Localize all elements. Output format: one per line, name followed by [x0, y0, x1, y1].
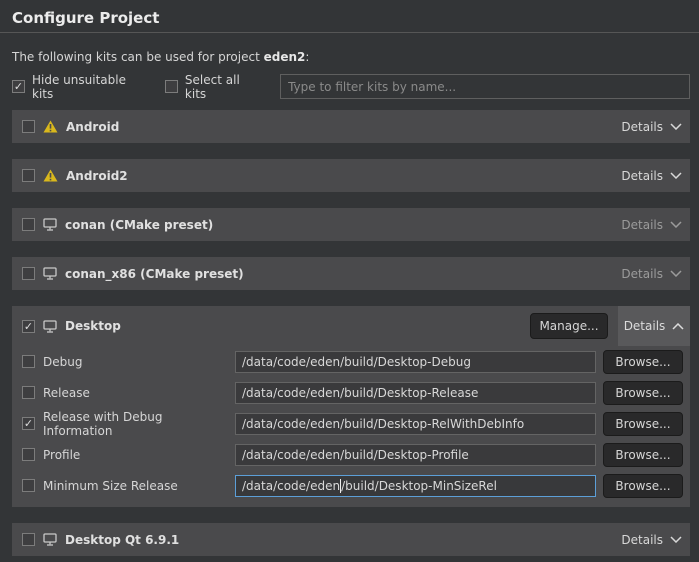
config-label: Profile [43, 448, 235, 462]
chevron-down-icon [670, 270, 682, 277]
config-label: Release [43, 386, 235, 400]
build-dir-input[interactable]: /data/code/eden/build/Desktop-MinSizeRel [235, 475, 596, 497]
kit-block-desktop: Desktop Manage... Details Debug Browse..… [12, 306, 690, 507]
desktop-icon [43, 320, 57, 333]
desktop-icon [43, 267, 57, 280]
config-checkbox[interactable] [22, 355, 35, 368]
details-button[interactable]: Details [618, 306, 690, 346]
desktop-icon [43, 218, 57, 231]
build-dir-input[interactable] [235, 413, 596, 435]
browse-button[interactable]: Browse... [603, 381, 683, 405]
chevron-down-icon [670, 536, 682, 543]
details-label: Details [621, 533, 663, 547]
manage-button[interactable]: Manage... [530, 313, 608, 339]
build-config-row-relwithdebinfo: Release with Debug Information Browse... [12, 408, 690, 439]
build-config-row-debug: Debug Browse... [12, 346, 690, 377]
warning-icon [43, 120, 58, 133]
kit-checkbox[interactable] [22, 267, 35, 280]
details-button[interactable]: Details [621, 218, 682, 232]
config-label: Debug [43, 355, 235, 369]
input-text-after-cursor: /build/Desktop-MinSizeRel [341, 479, 497, 493]
chevron-up-icon [672, 323, 684, 330]
kit-checkbox[interactable] [22, 533, 35, 546]
kit-checkbox[interactable] [22, 320, 35, 333]
browse-button[interactable]: Browse... [603, 474, 683, 498]
details-button[interactable]: Details [621, 169, 682, 183]
details-button[interactable]: Details [621, 267, 682, 281]
chevron-down-icon [670, 172, 682, 179]
browse-button[interactable]: Browse... [603, 350, 683, 374]
input-text-before-cursor: /data/code/eden [242, 479, 340, 493]
intro-text-before: The following kits can be used for proje… [12, 50, 264, 64]
chevron-down-icon [670, 123, 682, 130]
kit-row-desktop-qt-691[interactable]: Desktop Qt 6.9.1 Details [12, 523, 690, 556]
kit-name: Android2 [66, 169, 128, 183]
hide-unsuitable-checkbox[interactable] [12, 80, 25, 93]
kit-name: conan_x86 (CMake preset) [65, 267, 244, 281]
build-config-row-profile: Profile Browse... [12, 439, 690, 470]
title-bar: Configure Project [0, 0, 699, 33]
config-checkbox[interactable] [22, 417, 35, 430]
kit-row-conan[interactable]: conan (CMake preset) Details [12, 208, 690, 241]
warning-icon [43, 169, 58, 182]
kit-row-android2[interactable]: Android2 Details [12, 159, 690, 192]
kit-checkbox[interactable] [22, 120, 35, 133]
config-checkbox[interactable] [22, 479, 35, 492]
kit-checkbox[interactable] [22, 169, 35, 182]
intro-text: The following kits can be used for proje… [12, 50, 687, 64]
details-button[interactable]: Details [621, 533, 682, 547]
kit-row-conan-x86[interactable]: conan_x86 (CMake preset) Details [12, 257, 690, 290]
kit-name: Desktop [65, 319, 121, 333]
kit-name: Android [66, 120, 119, 134]
details-button[interactable]: Details [621, 120, 682, 134]
details-label: Details [621, 267, 663, 281]
kit-checkbox[interactable] [22, 218, 35, 231]
kit-name: Desktop Qt 6.9.1 [65, 533, 179, 547]
kit-list: Android Details Android2 Details conan (… [0, 110, 699, 556]
page-title: Configure Project [12, 9, 687, 28]
details-label: Details [624, 319, 666, 333]
browse-button[interactable]: Browse... [603, 443, 683, 467]
config-checkbox[interactable] [22, 448, 35, 461]
build-dir-input[interactable] [235, 444, 596, 466]
kit-row-desktop[interactable]: Desktop Manage... Details [12, 306, 690, 346]
browse-button[interactable]: Browse... [603, 412, 683, 436]
details-label: Details [621, 120, 663, 134]
kit-name: conan (CMake preset) [65, 218, 213, 232]
project-name: eden2 [264, 50, 306, 64]
filter-controls: Hide unsuitable kits Select all kits [12, 74, 690, 99]
select-all-checkbox[interactable] [165, 80, 178, 93]
intro-text-after: : [305, 50, 309, 64]
details-label: Details [621, 169, 663, 183]
config-label: Minimum Size Release [43, 479, 235, 493]
kit-row-android[interactable]: Android Details [12, 110, 690, 143]
hide-unsuitable-label[interactable]: Hide unsuitable kits [32, 73, 147, 101]
build-dir-input[interactable] [235, 351, 596, 373]
desktop-icon [43, 533, 57, 546]
build-config-row-release: Release Browse... [12, 377, 690, 408]
build-config-row-minsizerel: Minimum Size Release /data/code/eden/bui… [12, 470, 690, 501]
kit-filter-input[interactable] [280, 74, 690, 99]
config-checkbox[interactable] [22, 386, 35, 399]
config-label: Release with Debug Information [43, 410, 235, 438]
details-label: Details [621, 218, 663, 232]
select-all-label[interactable]: Select all kits [185, 73, 262, 101]
chevron-down-icon [670, 221, 682, 228]
build-dir-input[interactable] [235, 382, 596, 404]
